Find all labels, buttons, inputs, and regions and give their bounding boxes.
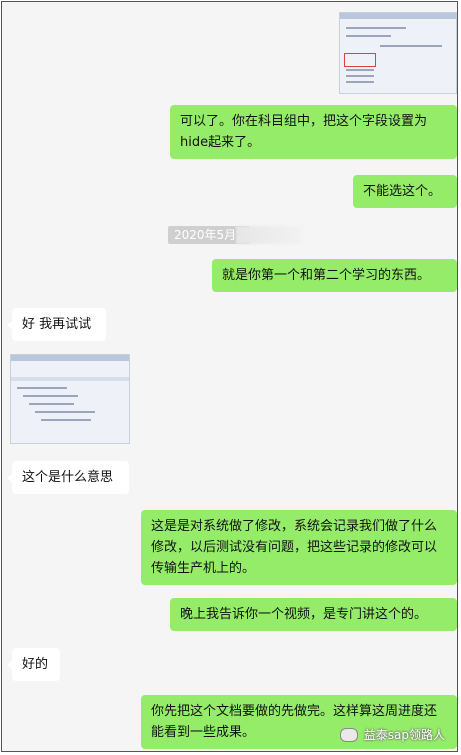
screenshot-image-received[interactable] — [10, 354, 130, 444]
message-sent: 这是是对系统做了修改，系统会记录我们做了什么修改，以后测试没有问题，把这些记录的… — [141, 510, 457, 585]
chat-window: 可以了。你在科目组中，把这个字段设置为hide起来了。 不能选这个。 2020年… — [1, 1, 458, 752]
message-received: 这个是什么意思 — [7, 461, 129, 494]
message-sent: 就是你第一个和第二个学习的东西。 — [212, 259, 457, 292]
wechat-icon — [339, 727, 358, 742]
timestamp-redaction — [236, 226, 302, 244]
message-sent: 不能选这个。 — [353, 175, 457, 208]
message-received: 好的 — [7, 648, 60, 681]
watermark-text: 益泰sap领路人 — [363, 728, 445, 742]
message-received: 好 我再试试 — [7, 308, 106, 341]
message-sent: 可以了。你在科目组中，把这个字段设置为hide起来了。 — [170, 105, 457, 159]
screenshot-image-sent[interactable] — [339, 12, 457, 94]
message-sent: 晚上我告诉你一个视频，是专门讲这个的。 — [170, 598, 457, 631]
watermark: 益泰sap领路人 — [339, 726, 445, 743]
